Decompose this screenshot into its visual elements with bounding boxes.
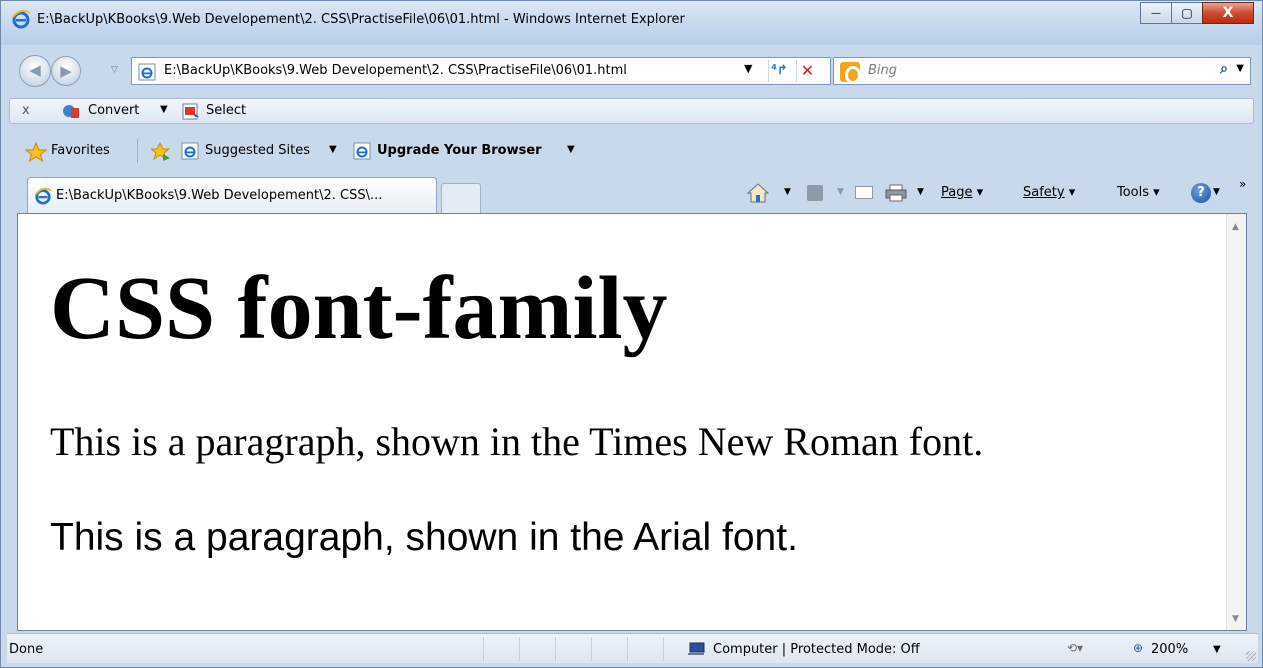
window-controls: — ▢ X: [1140, 2, 1254, 26]
paragraph-arial: This is a paragraph, shown in the Arial …: [50, 516, 798, 559]
tab-active[interactable]: E:\BackUp\KBooks\9.Web Developement\2. C…: [27, 177, 437, 213]
suggested-sites-dropdown-icon[interactable]: ▼: [329, 144, 337, 155]
address-input[interactable]: E:\BackUp\KBooks\9.Web Developement\2. C…: [164, 63, 627, 78]
resize-grip-icon[interactable]: [1246, 651, 1256, 661]
browser-window: E:\BackUp\KBooks\9.Web Developement\2. C…: [0, 0, 1263, 668]
page-menu-label: Page: [941, 185, 973, 200]
upgrade-browser-ie-icon: [353, 142, 371, 160]
internet-explorer-icon: [12, 9, 31, 29]
safety-menu[interactable]: Safety ▾: [1023, 185, 1075, 200]
close-icon: X: [1222, 5, 1234, 21]
status-panes: [483, 637, 699, 661]
page-heading: CSS font-family: [50, 259, 668, 358]
toolbar-overflow-icon[interactable]: »: [1239, 177, 1246, 191]
search-options-dropdown-icon[interactable]: ▼: [1236, 63, 1244, 74]
convert-dropdown-icon[interactable]: ▼: [160, 104, 168, 115]
close-toolbar-icon[interactable]: x: [22, 103, 30, 118]
tools-menu-label: Tools: [1117, 185, 1150, 200]
help-dropdown-icon[interactable]: ▼: [1213, 187, 1220, 197]
suggested-sites-link[interactable]: Suggested Sites: [205, 143, 310, 158]
page-content: CSS font-family This is a paragraph, sho…: [17, 213, 1247, 631]
back-arrow-icon: ◀: [29, 61, 41, 79]
status-text: Done: [9, 642, 44, 657]
zoom-level[interactable]: 200%: [1151, 642, 1188, 657]
favorites-star-icon: [25, 142, 47, 162]
help-icon[interactable]: ?: [1191, 183, 1211, 203]
tools-menu[interactable]: Tools ▾: [1117, 185, 1160, 200]
paragraph-times: This is a paragraph, shown in the Times …: [50, 419, 984, 464]
addon-toolbar: x Convert ▼ Select: [9, 98, 1254, 124]
search-box[interactable]: Bing ⌕ ▼: [833, 57, 1251, 85]
favorites-separator: [137, 139, 138, 163]
bing-logo-icon: [840, 62, 861, 84]
refresh-icon[interactable]: ⁴↱: [768, 60, 790, 82]
maximize-button[interactable]: ▢: [1171, 2, 1203, 24]
minimize-icon: —: [1151, 7, 1161, 19]
vertical-scrollbar[interactable]: ▲ ▼: [1226, 214, 1246, 630]
add-to-favorites-icon[interactable]: [151, 142, 171, 162]
select-button[interactable]: Select: [206, 103, 246, 118]
window-title: E:\BackUp\KBooks\9.Web Developement\2. C…: [37, 12, 685, 27]
tab-ie-icon: [35, 187, 52, 205]
feeds-icon[interactable]: [807, 185, 823, 201]
zoom-dropdown-icon[interactable]: ▼: [1213, 644, 1221, 655]
scroll-down-icon[interactable]: ▼: [1232, 614, 1239, 624]
back-button[interactable]: ◀: [19, 55, 51, 87]
recent-pages-dropdown-icon[interactable]: ▽: [111, 65, 118, 75]
page-menu[interactable]: Page ▾: [941, 185, 983, 200]
feeds-dropdown-icon[interactable]: ▼: [837, 187, 844, 197]
page-ie-icon: [138, 63, 156, 81]
address-bar[interactable]: E:\BackUp\KBooks\9.Web Developement\2. C…: [131, 57, 831, 85]
suggested-sites-ie-icon: [181, 142, 199, 160]
read-mail-icon[interactable]: [855, 186, 873, 199]
favorites-bar: Favorites Suggested Sites ▼ Upgrade Your…: [1, 131, 1262, 171]
stop-icon[interactable]: ✕: [796, 60, 818, 82]
favorites-button[interactable]: Favorites: [51, 143, 110, 158]
forward-button[interactable]: ▶: [51, 56, 81, 86]
minimize-button[interactable]: —: [1140, 2, 1172, 24]
status-bar: Done Computer | Protected Mode: Off ⟲▾ ⊕…: [7, 633, 1258, 663]
search-icon[interactable]: ⌕: [1220, 61, 1228, 77]
upgrade-browser-dropdown-icon[interactable]: ▼: [567, 144, 575, 155]
tab-label: E:\BackUp\KBooks\9.Web Developement\2. C…: [56, 188, 383, 203]
computer-zone-icon: [688, 642, 705, 655]
protected-mode-icon[interactable]: ⟲▾: [1067, 641, 1083, 655]
address-dropdown-icon[interactable]: ▼: [744, 62, 752, 75]
tab-row: E:\BackUp\KBooks\9.Web Developement\2. C…: [1, 171, 1262, 213]
search-input[interactable]: Bing: [868, 63, 897, 78]
security-zone-label[interactable]: Computer | Protected Mode: Off: [713, 642, 920, 657]
print-icon[interactable]: [885, 184, 907, 202]
print-dropdown-icon[interactable]: ▼: [917, 187, 924, 197]
zoom-icon: ⊕: [1133, 641, 1144, 655]
convert-button[interactable]: Convert: [88, 103, 139, 118]
home-dropdown-icon[interactable]: ▼: [784, 187, 791, 197]
maximize-icon: ▢: [1181, 6, 1193, 20]
home-icon[interactable]: [747, 183, 769, 203]
title-bar[interactable]: E:\BackUp\KBooks\9.Web Developement\2. C…: [1, 1, 1262, 45]
safety-menu-label: Safety: [1023, 185, 1065, 200]
upgrade-browser-link[interactable]: Upgrade Your Browser: [377, 143, 542, 158]
select-icon: [182, 103, 199, 120]
convert-icon: [63, 105, 79, 118]
scroll-up-icon[interactable]: ▲: [1232, 222, 1239, 232]
new-tab-button[interactable]: [441, 183, 481, 213]
close-button[interactable]: X: [1202, 2, 1254, 24]
forward-arrow-icon: ▶: [60, 62, 72, 80]
address-row: ◀ ▶ ▽ E:\BackUp\KBooks\9.Web Developemen…: [1, 49, 1262, 91]
